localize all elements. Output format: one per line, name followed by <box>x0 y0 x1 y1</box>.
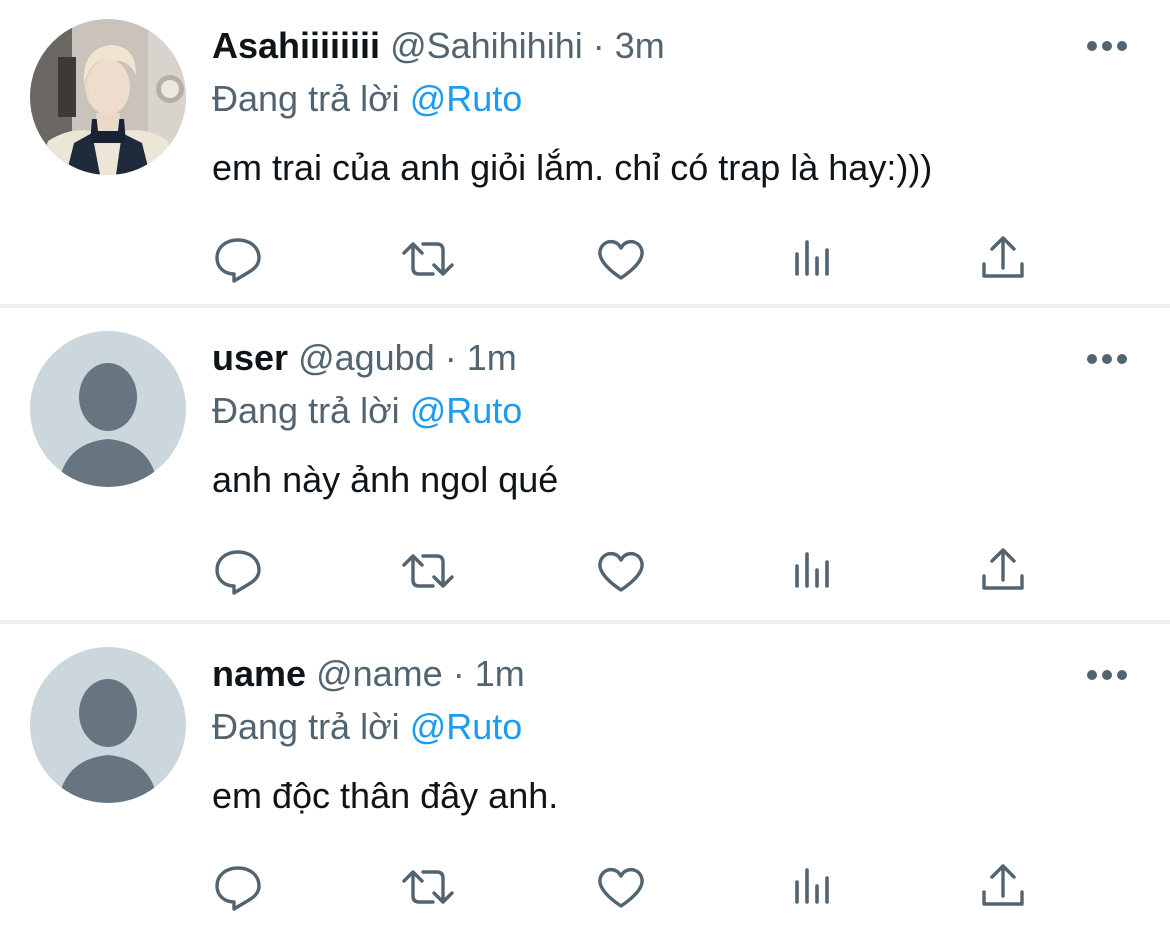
mention-link[interactable]: @Ruto <box>410 390 523 431</box>
user-handle[interactable]: @name <box>316 653 443 694</box>
heart-icon <box>598 867 644 908</box>
action-bar <box>0 860 1170 916</box>
display-name[interactable]: Asahiiiiiiii <box>212 25 380 66</box>
avatar-photo <box>30 19 186 175</box>
reply-button[interactable] <box>211 860 265 914</box>
separator-dot: · <box>444 337 457 378</box>
reply-icon <box>215 238 261 283</box>
more-horizontal-icon <box>1087 670 1127 680</box>
heart-icon <box>598 239 644 280</box>
action-bar <box>0 544 1170 600</box>
share-icon <box>982 864 1024 906</box>
like-button[interactable] <box>594 544 648 598</box>
bar-chart-icon <box>795 240 829 276</box>
display-name[interactable]: user <box>212 337 288 378</box>
action-bar <box>0 232 1170 288</box>
retweet-icon <box>402 242 454 276</box>
bar-chart-icon <box>795 552 829 588</box>
retweet-button[interactable] <box>401 544 455 598</box>
more-horizontal-icon <box>1087 41 1127 51</box>
views-button[interactable] <box>786 860 840 914</box>
reply-icon <box>215 866 261 911</box>
tweet-text: em độc thân đây anh. <box>212 775 559 816</box>
share-button[interactable] <box>976 544 1030 598</box>
replying-prefix: Đang trả lời <box>212 390 400 431</box>
share-icon <box>982 548 1024 590</box>
user-handle[interactable]: @Sahihihihi <box>390 25 583 66</box>
tweet-text: em trai của anh giỏi lắm. chỉ có trap là… <box>212 147 933 188</box>
reply-button[interactable] <box>211 232 265 286</box>
replying-to: Đang trả lời @Ruto <box>212 73 522 125</box>
default-avatar-icon <box>30 647 186 803</box>
retweet-button[interactable] <box>401 232 455 286</box>
more-options-button[interactable] <box>1086 352 1128 366</box>
mention-link[interactable]: @Ruto <box>410 78 523 119</box>
like-button[interactable] <box>594 232 648 286</box>
tweet-text: anh này ảnh ngol qué <box>212 459 559 500</box>
more-options-button[interactable] <box>1086 39 1128 53</box>
replying-prefix: Đang trả lời <box>212 78 400 119</box>
share-button[interactable] <box>976 232 1030 286</box>
more-horizontal-icon <box>1087 354 1127 364</box>
replying-prefix: Đang trả lời <box>212 706 400 747</box>
like-button[interactable] <box>594 860 648 914</box>
tweet[interactable]: name @name · 1m Đang trả lời @Ruto em độ… <box>0 624 1170 934</box>
separator-dot: · <box>592 25 605 66</box>
avatar[interactable] <box>30 647 186 803</box>
more-options-button[interactable] <box>1086 668 1128 682</box>
timestamp[interactable]: 3m <box>615 25 665 66</box>
share-icon <box>982 236 1024 278</box>
display-name[interactable]: name <box>212 653 306 694</box>
reply-button[interactable] <box>211 544 265 598</box>
retweet-icon <box>402 870 454 904</box>
reply-icon <box>215 550 261 595</box>
share-button[interactable] <box>976 860 1030 914</box>
timestamp[interactable]: 1m <box>467 337 517 378</box>
tweet-header: name @name · 1m <box>212 648 525 700</box>
replying-to: Đang trả lời @Ruto <box>212 385 522 437</box>
tweet[interactable]: user @agubd · 1m Đang trả lời @Ruto anh … <box>0 308 1170 620</box>
tweet-header: Asahiiiiiiii @Sahihihihi · 3m <box>212 20 665 72</box>
avatar[interactable] <box>30 331 186 487</box>
retweet-button[interactable] <box>401 860 455 914</box>
retweet-icon <box>402 554 454 588</box>
heart-icon <box>598 551 644 592</box>
replying-to: Đang trả lời @Ruto <box>212 701 522 753</box>
tweet[interactable]: Asahiiiiiiii @Sahihihihi · 3m Đang trả l… <box>0 0 1170 304</box>
views-button[interactable] <box>786 544 840 598</box>
tweet-header: user @agubd · 1m <box>212 332 517 384</box>
timestamp[interactable]: 1m <box>475 653 525 694</box>
default-avatar-icon <box>30 331 186 487</box>
bar-chart-icon <box>795 868 829 904</box>
views-button[interactable] <box>786 232 840 286</box>
mention-link[interactable]: @Ruto <box>410 706 523 747</box>
avatar[interactable] <box>30 19 186 175</box>
user-handle[interactable]: @agubd <box>298 337 435 378</box>
separator-dot: · <box>452 653 465 694</box>
